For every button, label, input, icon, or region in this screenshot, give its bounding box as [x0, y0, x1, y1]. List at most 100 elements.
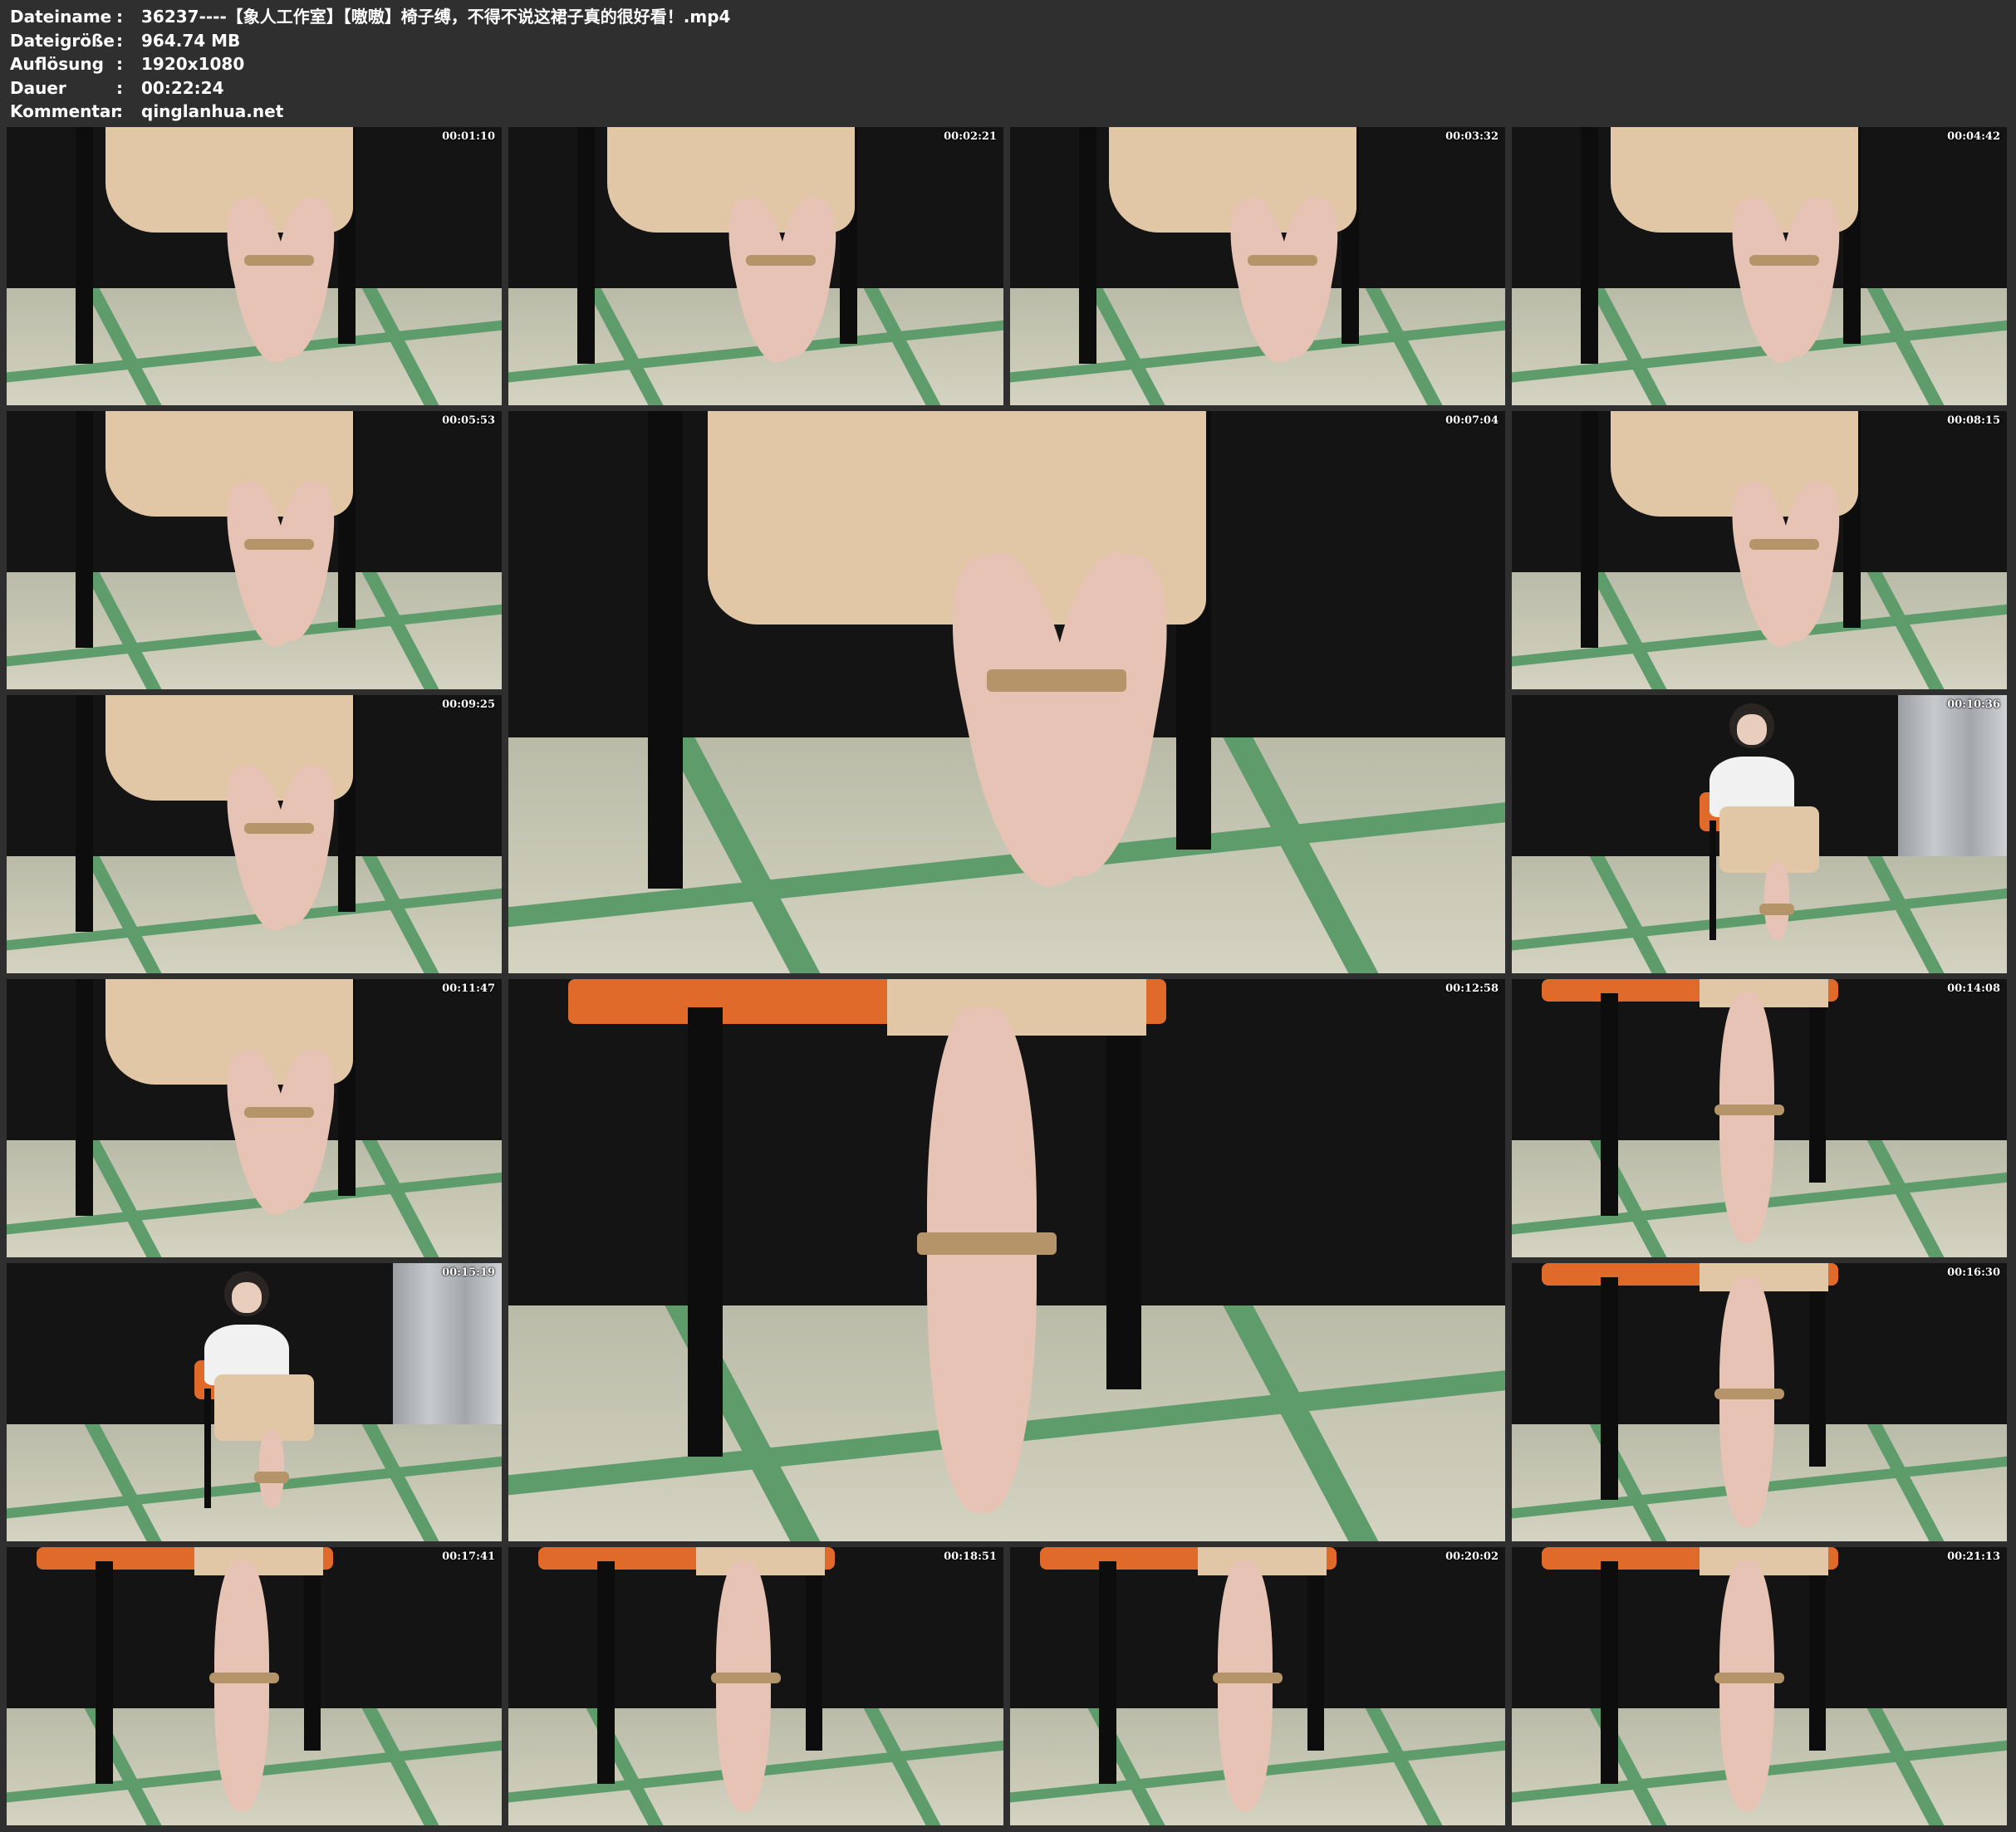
- timestamp-label: 00:04:42: [1947, 130, 2000, 143]
- leg: [716, 1560, 771, 1812]
- info-key: Dateiname: [10, 7, 112, 27]
- timestamp-label: 00:07:04: [1445, 414, 1499, 427]
- rope: [244, 1107, 314, 1119]
- skirt: [887, 979, 1146, 1036]
- chair-leg: [1601, 1276, 1619, 1500]
- rope: [987, 669, 1126, 693]
- info-row-comment: Kommentar : qinglanhua.net: [10, 100, 730, 124]
- video-thumbnail: 00:21:13: [1512, 1547, 2007, 1825]
- rope: [1714, 1672, 1784, 1684]
- chair-leg: [303, 1560, 321, 1751]
- video-thumbnail: 00:15:19: [7, 1263, 502, 1541]
- info-key: Dauer: [10, 77, 66, 98]
- rope: [244, 823, 314, 835]
- skirt: [1719, 806, 1819, 874]
- rope: [1714, 1388, 1784, 1400]
- timestamp-label: 00:20:02: [1445, 1550, 1499, 1563]
- chair-leg: [96, 1560, 114, 1784]
- info-row-resolution: Auflösung : 1920x1080: [10, 52, 730, 76]
- leg: [1719, 1276, 1774, 1528]
- timestamp-label: 00:01:10: [442, 130, 495, 143]
- timestamp-label: 00:11:47: [442, 982, 495, 995]
- video-thumbnail: 00:09:25: [7, 695, 502, 973]
- leg: [1719, 992, 1774, 1244]
- timestamp-label: 00:16:30: [1947, 1266, 2000, 1279]
- rope: [711, 1672, 781, 1684]
- video-thumbnail: 00:05:53: [7, 411, 502, 689]
- info-row-duration: Dauer : 00:22:24: [10, 76, 730, 100]
- timestamp-label: 00:05:53: [442, 414, 495, 427]
- timestamp-label: 00:08:15: [1947, 414, 2000, 427]
- chair-leg: [577, 127, 596, 364]
- chair-leg: [1601, 1560, 1619, 1784]
- chair-leg: [76, 411, 94, 648]
- video-thumbnail: 00:02:21: [508, 127, 1003, 405]
- rope: [1759, 904, 1794, 915]
- timestamp-label: 00:12:58: [1445, 982, 1499, 995]
- rope: [917, 1232, 1057, 1255]
- rope: [1248, 255, 1317, 267]
- skirt: [696, 1547, 826, 1575]
- chair-leg: [1307, 1560, 1325, 1751]
- info-value: 36237----【象人工作室】【嗷嗷】椅子缚，不得不说这裙子真的很好看！.mp…: [141, 7, 731, 27]
- chair-leg: [1808, 1560, 1827, 1751]
- video-thumbnail: 00:11:47: [7, 979, 502, 1257]
- info-separator: :: [116, 30, 123, 51]
- chair-leg: [1808, 992, 1827, 1183]
- skirt: [1700, 1263, 1829, 1291]
- video-thumbnail: 00:07:04: [508, 411, 1505, 973]
- video-thumbnail: 00:18:51: [508, 1547, 1003, 1825]
- video-thumbnail: 00:17:41: [7, 1547, 502, 1825]
- leg: [258, 1430, 284, 1508]
- info-row-filesize: Dateigröße : 964.74 MB: [10, 29, 730, 53]
- rope: [254, 1472, 289, 1483]
- video-thumbnail: 00:20:02: [1010, 1547, 1505, 1825]
- video-thumbnail: 00:01:10: [7, 127, 502, 405]
- info-row-filename: Dateiname : 36237----【象人工作室】【嗷嗷】椅子缚，不得不说…: [10, 5, 730, 29]
- timestamp-label: 00:14:08: [1947, 982, 2000, 995]
- chair-leg: [1581, 411, 1599, 648]
- info-separator: :: [116, 101, 123, 121]
- info-key: Kommentar: [10, 101, 120, 121]
- chair-leg: [76, 127, 94, 364]
- rope: [1714, 1104, 1784, 1116]
- timestamp-label: 00:02:21: [944, 130, 997, 143]
- timestamp-label: 00:10:36: [1947, 698, 2000, 711]
- rope: [244, 539, 314, 551]
- chair-leg: [805, 1560, 823, 1751]
- video-thumbnail: 00:03:32: [1010, 127, 1505, 405]
- video-thumbnail: 00:14:08: [1512, 979, 2007, 1257]
- video-thumbnail: 00:12:58: [508, 979, 1505, 1541]
- skirt: [1700, 1547, 1829, 1575]
- info-separator: :: [116, 77, 123, 98]
- skirt: [194, 1547, 324, 1575]
- info-value: 964.74 MB: [141, 30, 241, 51]
- skirt: [1700, 979, 1829, 1007]
- timestamp-label: 00:15:19: [442, 1266, 495, 1279]
- chair-leg: [1099, 1560, 1117, 1784]
- face: [232, 1282, 262, 1314]
- info-separator: :: [116, 7, 123, 27]
- curtain: [1897, 695, 2007, 868]
- leg: [214, 1560, 269, 1812]
- chair-leg: [648, 411, 683, 889]
- rope: [1749, 539, 1819, 551]
- video-thumbnail: 00:04:42: [1512, 127, 2007, 405]
- video-thumbnail: 00:08:15: [1512, 411, 2007, 689]
- info-value: 1920x1080: [141, 54, 245, 74]
- rope: [1749, 255, 1819, 267]
- leg: [1719, 1560, 1774, 1812]
- leg: [1218, 1560, 1273, 1812]
- video-thumbnail: 00:10:36: [1512, 695, 2007, 973]
- chair-leg: [688, 1007, 723, 1457]
- chair-leg: [1106, 1007, 1141, 1390]
- timestamp-label: 00:03:32: [1445, 130, 1499, 143]
- chair-leg: [597, 1560, 616, 1784]
- chair-leg: [1808, 1276, 1827, 1467]
- rope: [746, 255, 816, 267]
- chair-leg: [76, 695, 94, 932]
- chair-leg: [204, 1388, 211, 1508]
- skirt: [214, 1374, 314, 1442]
- timestamp-label: 00:17:41: [442, 1550, 495, 1563]
- face: [1737, 714, 1767, 746]
